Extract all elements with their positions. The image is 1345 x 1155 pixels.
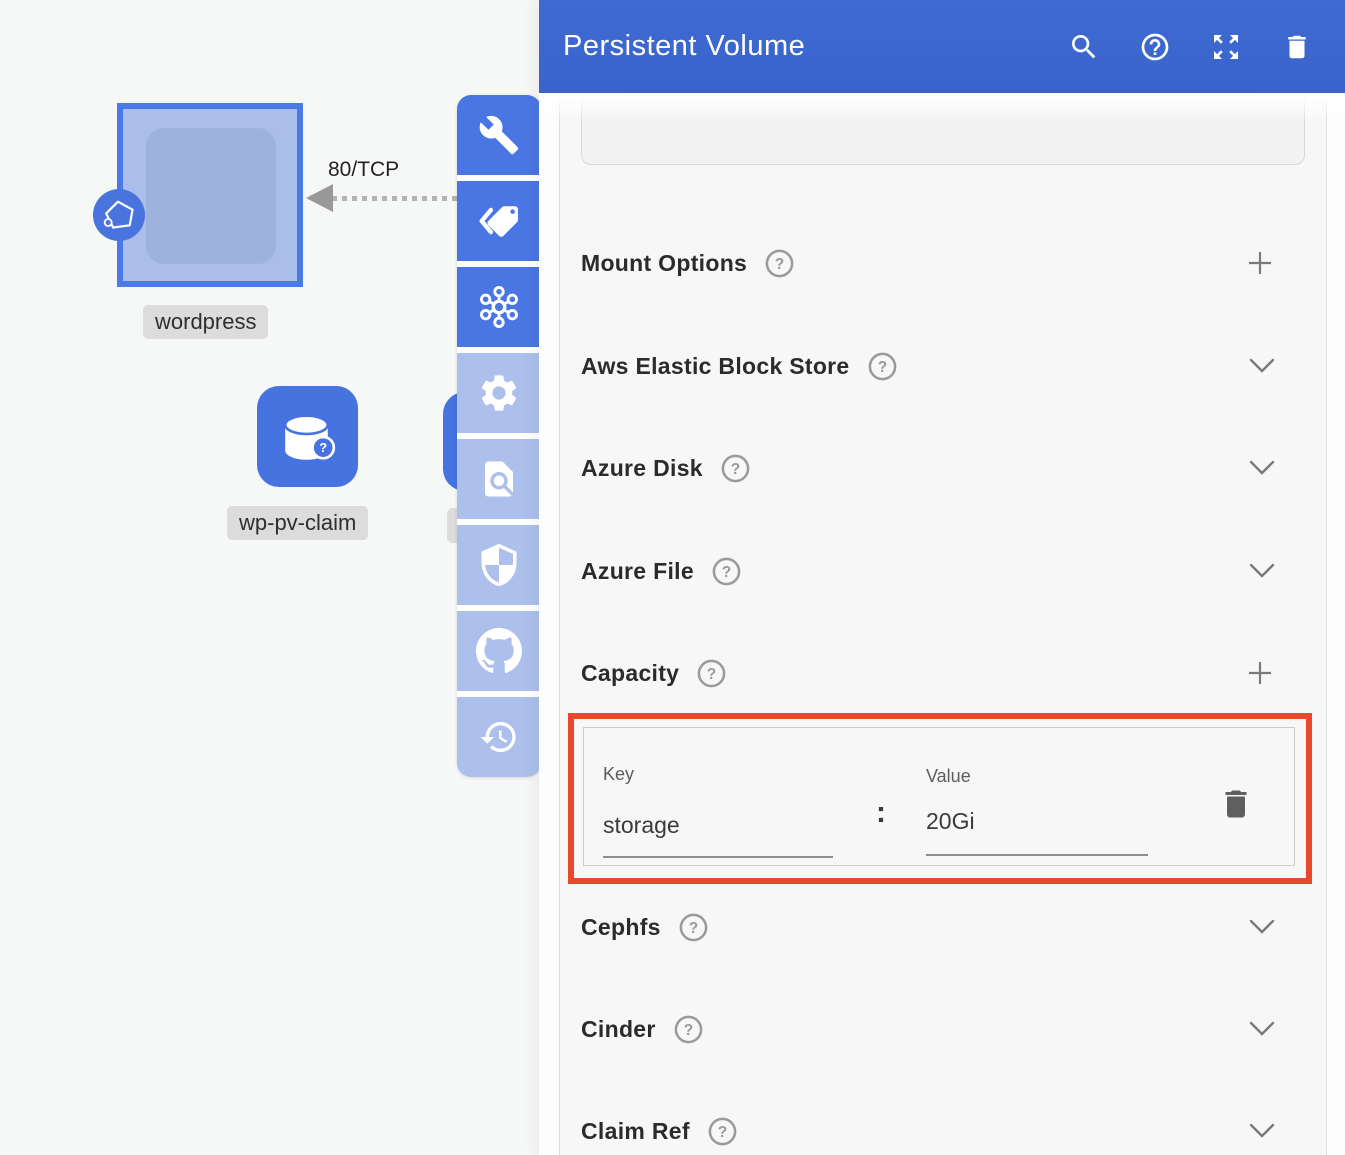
section-mount-options[interactable]: Mount Options ? bbox=[581, 243, 1305, 283]
edge-arrowhead-icon bbox=[306, 184, 333, 212]
chevron-down-icon[interactable] bbox=[1249, 460, 1275, 476]
svg-text:?: ? bbox=[731, 460, 740, 477]
toolbar-github-icon[interactable] bbox=[457, 611, 541, 691]
capacity-entry: Key storage : Value 20Gi bbox=[583, 727, 1295, 866]
help-icon[interactable]: ? bbox=[678, 912, 709, 943]
section-label: Capacity bbox=[581, 660, 679, 687]
svg-text:?: ? bbox=[707, 665, 716, 682]
svg-text:?: ? bbox=[877, 358, 886, 375]
chevron-down-icon[interactable] bbox=[1249, 1021, 1275, 1037]
node-wordpress[interactable] bbox=[117, 103, 303, 287]
section-label: Claim Ref bbox=[581, 1118, 690, 1145]
section-label: Cephfs bbox=[581, 914, 661, 941]
svg-text:?: ? bbox=[319, 440, 327, 455]
toolbar-gear-icon[interactable] bbox=[457, 353, 541, 433]
volume-cylinder-icon: ? bbox=[270, 399, 346, 475]
value-label: Value bbox=[926, 766, 971, 787]
section-label: Cinder bbox=[581, 1016, 656, 1043]
access-modes-box: ReadWriteOnce bbox=[581, 93, 1305, 165]
add-icon[interactable] bbox=[1245, 658, 1275, 688]
delete-entry-icon[interactable] bbox=[1218, 786, 1254, 822]
expand-icon[interactable] bbox=[1209, 30, 1243, 64]
chevron-down-icon[interactable] bbox=[1249, 1123, 1275, 1139]
left-scrollbar-track[interactable] bbox=[539, 93, 560, 1155]
key-input-underline bbox=[603, 856, 833, 858]
value-input-underline bbox=[926, 854, 1148, 856]
section-claim-ref[interactable]: Claim Ref ? bbox=[581, 1111, 1305, 1151]
node-label-wordpress: wordpress bbox=[143, 305, 268, 339]
svg-text:?: ? bbox=[689, 919, 698, 936]
svg-text:?: ? bbox=[722, 563, 731, 580]
key-input[interactable]: storage bbox=[603, 812, 680, 839]
chevron-down-icon[interactable] bbox=[1249, 358, 1275, 374]
section-azure-file[interactable]: Azure File ? bbox=[581, 551, 1305, 591]
section-label: Aws Elastic Block Store bbox=[581, 353, 850, 380]
panel-header: Persistent Volume bbox=[539, 0, 1345, 93]
right-scrollbar-track[interactable] bbox=[1326, 93, 1345, 1155]
add-icon[interactable] bbox=[1245, 248, 1275, 278]
toolbar-wrench-icon[interactable] bbox=[457, 95, 541, 175]
toolbar-find-in-page-icon[interactable] bbox=[457, 439, 541, 519]
panel-body: ReadWriteOnce Mount Options ? Aws Elasti… bbox=[539, 93, 1345, 1155]
help-icon[interactable]: ? bbox=[764, 248, 795, 279]
svg-text:?: ? bbox=[683, 1021, 692, 1038]
help-icon[interactable]: ? bbox=[707, 1116, 738, 1147]
section-azure-disk[interactable]: Azure Disk ? bbox=[581, 448, 1305, 488]
key-label: Key bbox=[603, 764, 634, 785]
node-wp-pv-claim[interactable]: ? bbox=[257, 386, 358, 487]
chevron-down-icon[interactable] bbox=[1249, 563, 1275, 579]
toolbar-hub-icon[interactable] bbox=[457, 267, 541, 347]
section-label: Azure Disk bbox=[581, 455, 703, 482]
node-wordpress-container bbox=[146, 128, 276, 264]
search-icon[interactable] bbox=[1067, 30, 1101, 64]
toolbar-tag-icon[interactable] bbox=[457, 181, 541, 261]
delete-icon[interactable] bbox=[1280, 30, 1314, 64]
section-cinder[interactable]: Cinder ? bbox=[581, 1009, 1305, 1049]
help-icon[interactable]: ? bbox=[696, 658, 727, 689]
help-icon[interactable]: ? bbox=[673, 1014, 704, 1045]
help-icon[interactable] bbox=[1138, 30, 1172, 64]
toolbar-shield-icon[interactable] bbox=[457, 525, 541, 605]
section-capacity[interactable]: Capacity ? bbox=[581, 653, 1305, 693]
panel-title: Persistent Volume bbox=[563, 30, 1067, 63]
app-window: 80/TCP wordpress ? wp-pv-claim bbox=[0, 0, 1345, 1155]
section-label: Azure File bbox=[581, 558, 694, 585]
edge-port-label: 80/TCP bbox=[328, 158, 399, 182]
value-input[interactable]: 20Gi bbox=[926, 808, 975, 835]
diagram-toolbar bbox=[457, 95, 541, 777]
persistent-volume-panel: ReadWriteOnce Mount Options ? Aws Elasti… bbox=[539, 0, 1345, 1155]
section-label: Mount Options bbox=[581, 250, 747, 277]
section-aws-elastic-block-store[interactable]: Aws Elastic Block Store ? bbox=[581, 346, 1305, 386]
chevron-down-icon[interactable] bbox=[1249, 919, 1275, 935]
access-mode-field[interactable]: ReadWriteOnce bbox=[616, 93, 1263, 96]
section-cephfs[interactable]: Cephfs ? bbox=[581, 907, 1305, 947]
pod-badge-icon[interactable] bbox=[93, 189, 145, 241]
node-label-wp-pv-claim: wp-pv-claim bbox=[227, 506, 368, 540]
capacity-entry-highlight: Key storage : Value 20Gi bbox=[568, 713, 1312, 884]
help-icon[interactable]: ? bbox=[867, 351, 898, 382]
toolbar-history-icon[interactable] bbox=[457, 697, 541, 777]
help-icon[interactable]: ? bbox=[720, 453, 751, 484]
svg-text:?: ? bbox=[775, 255, 784, 272]
help-icon[interactable]: ? bbox=[711, 556, 742, 587]
kv-separator: : bbox=[876, 796, 886, 830]
svg-text:?: ? bbox=[718, 1123, 727, 1140]
